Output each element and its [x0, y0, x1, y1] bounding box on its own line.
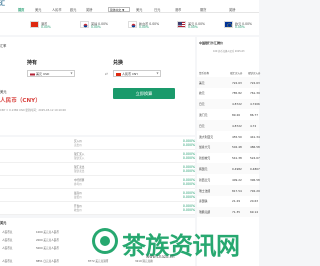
- kr-flag-icon: [80, 21, 89, 28]
- nav-item-usd-2[interactable]: 美元: [136, 7, 142, 12]
- nav-item-gbp[interactable]: 英镑: [86, 7, 92, 12]
- nav-item-futures[interactable]: 期货: [200, 7, 206, 12]
- rate-info: CNY = 0.1380 USD 更新时间：2025-03-12 10:10:0…: [0, 109, 66, 112]
- related-link[interactable]: 5000 美元兑人民币: [36, 246, 59, 250]
- sidebar-title: 中国银行外汇牌价: [199, 41, 224, 45]
- chevron-down-icon: ▼: [156, 72, 159, 76]
- table-row: 加拿大元 502.48 486.58: [197, 141, 260, 153]
- related-link[interactable]: 人民币兑: [2, 246, 12, 250]
- chevron-down-icon: ▼: [70, 72, 73, 76]
- nav-item-gbp-2[interactable]: 英镑: [229, 7, 235, 12]
- related-link[interactable]: 人民币兑: [2, 259, 12, 263]
- related-link[interactable]: 人民币兑: [2, 238, 12, 242]
- us-flag-icon: [29, 72, 35, 77]
- col-buy: 现汇买入价: [230, 72, 243, 75]
- nav-item-eur[interactable]: 欧元: [70, 7, 76, 12]
- rate-row: 现汇买入 现钞买入 0.000% 0.000%: [0, 150, 195, 163]
- sidebar-subtitle: 100 外币兑换人民币 2025-03: [213, 50, 245, 53]
- currency-ticker: 港币 0.00% 英镑 0.00% 0.00% 新台币 0.00% 0.00% …: [0, 13, 259, 35]
- related-link[interactable]: 8851 日元兑人民币: [36, 259, 59, 263]
- to-currency-select[interactable]: 人民币 CNY ▼: [113, 70, 161, 77]
- rate-row: 最高价 最低价 0.000% 0.000%: [0, 189, 195, 202]
- table-row: 瑞士法郎 817.54 792.29: [197, 185, 260, 196]
- related-link[interactable]: 2000 美元兑人民币: [36, 238, 59, 242]
- rate-row: 中行折算 参考价 0.000% 0.000%: [0, 176, 195, 189]
- cn-flag-icon: [115, 72, 121, 77]
- related-link[interactable]: 人民币兑: [2, 230, 12, 234]
- conversion-result: 人民币（CNY）: [0, 98, 41, 104]
- rate-row: 开盘价 收盘价 0.000% 0.000%: [0, 202, 195, 215]
- table-row: 澳大利亚元 455.50 441.34: [199, 134, 260, 139]
- watermark-text: 茶族资讯网: [122, 232, 240, 260]
- related-link[interactable]: 1000 美元兑人民币: [36, 230, 59, 234]
- main-nav: 首页 美元 人民币 欧元 英镑 简体中文 ▼ 美元 日元 港币 期货 英镑: [0, 6, 259, 13]
- table-row: 泰国铢 21.29 20.63: [199, 199, 259, 204]
- convert-button[interactable]: 立即换算: [113, 88, 175, 99]
- language-select[interactable]: 简体中文 ▼: [108, 7, 130, 12]
- table-row: 日元 4.8722 4.72: [197, 120, 259, 131]
- related-title: 美元: [0, 221, 7, 225]
- nav-item-cny[interactable]: 人民币: [52, 7, 62, 12]
- site-watermark: 茶族资讯网 www.chazu.cn: [92, 226, 240, 260]
- col-currency: 货币名称: [199, 72, 210, 75]
- us-flag-icon: [177, 21, 186, 28]
- table-row: 澳门元 89.26 86.77: [199, 112, 259, 117]
- table-row: 瑞典克朗 71.35 69.14: [197, 206, 259, 218]
- table-row: 日元 4.8722 4.7206: [197, 98, 260, 110]
- nav-item-usd[interactable]: 美元: [35, 7, 41, 12]
- table-row: 新西兰元 409.22 396.58: [199, 177, 260, 182]
- converter-title: 汇率: [0, 44, 7, 48]
- swap-icon[interactable]: ⇄: [105, 72, 108, 76]
- nav-item-home[interactable]: 首页: [18, 7, 24, 12]
- from-currency-select[interactable]: 美元 USD ▼: [27, 70, 75, 77]
- table-row: 新加坡元 541.38 524.67: [199, 156, 260, 161]
- eu-flag-icon: [224, 21, 233, 28]
- exchange-label: 兑换: [113, 60, 124, 66]
- rates-list: 买入价 卖出价 0.000% 0.000% 现汇买入 现钞买入 0.000% 0…: [0, 137, 195, 215]
- watermark-url: www.chazu.cn: [146, 254, 175, 259]
- watermark-logo-icon: [92, 228, 118, 254]
- hk-flag-icon: [30, 21, 39, 28]
- nav-item-jpy[interactable]: 日元: [154, 7, 160, 12]
- have-label: 持有: [27, 60, 38, 66]
- col-sell: 现钞买入价: [248, 72, 261, 75]
- rate-row: 买入价 卖出价 0.000% 0.000%: [0, 137, 195, 150]
- nav-item-hkd[interactable]: 港币: [175, 7, 181, 12]
- table-row: 美元 722.63 722.63: [197, 77, 260, 88]
- table-row: 韩国元 0.4982 0.4807: [197, 163, 260, 175]
- table-row: 欧元 785.82 761.39: [199, 91, 260, 96]
- currency-converter: 汇率 持有 兑换 美元 USD ▼ ⇄ 人民币 CNY ▼ 美元 立即换算 人民…: [0, 37, 195, 135]
- amount-value: 美元: [0, 90, 7, 94]
- kr-flag-icon-2: [128, 21, 137, 28]
- rate-row: 现汇卖出 现钞卖出 0.000% 0.000%: [0, 163, 195, 176]
